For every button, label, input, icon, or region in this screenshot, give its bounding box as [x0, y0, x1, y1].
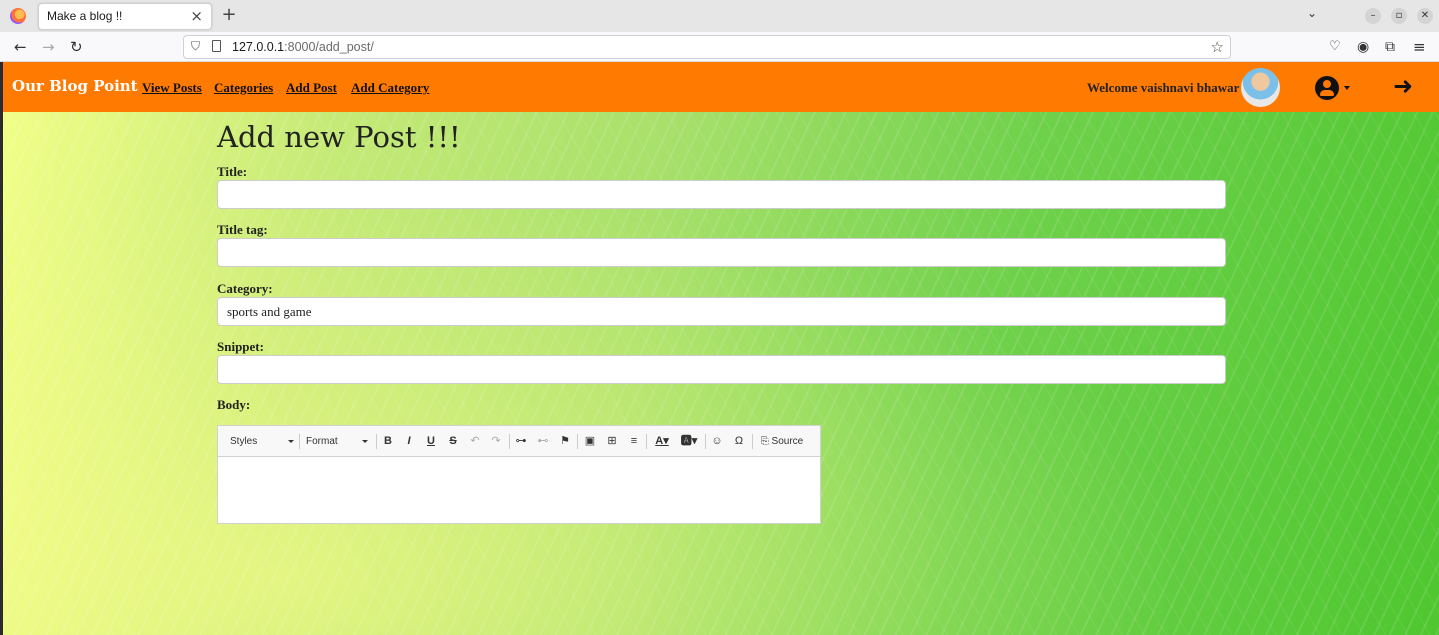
extensions-icon[interactable]: ⧉ [1385, 38, 1395, 56]
page-title: Add new Post !!! [217, 120, 461, 154]
format-dropdown[interactable]: Format [306, 433, 370, 450]
forward-icon[interactable]: → [42, 38, 55, 56]
title-input[interactable] [217, 180, 1226, 209]
firefox-icon [10, 8, 26, 24]
avatar[interactable] [1241, 68, 1280, 107]
undo-icon[interactable]: ↶ [468, 433, 482, 450]
bookmark-star-icon[interactable]: ☆ [1211, 38, 1224, 56]
bold-button[interactable]: B [381, 433, 395, 450]
styles-dropdown[interactable]: Styles [230, 433, 296, 450]
caret-down-icon[interactable] [1344, 86, 1350, 90]
source-button[interactable]: ⎘ Source [758, 433, 806, 450]
smiley-icon[interactable]: ☺ [710, 433, 724, 450]
toolbar-divider [646, 434, 647, 449]
pocket-icon[interactable]: ♡ [1329, 38, 1341, 56]
user-dropdown-icon[interactable] [1315, 76, 1339, 100]
anchor-flag-icon[interactable]: ⚑ [558, 433, 572, 450]
toolbar-divider [577, 434, 578, 449]
toolbar-divider [705, 434, 706, 449]
list-tabs-chevron-icon[interactable]: ⌄ [1307, 6, 1317, 20]
menu-icon[interactable]: ≡ [1413, 38, 1426, 56]
toolbar-divider [299, 434, 300, 449]
horizontal-line-icon[interactable]: ≡ [627, 433, 641, 450]
back-icon[interactable]: ← [14, 38, 27, 56]
styles-dropdown-label: Styles [230, 436, 258, 447]
chevron-down-icon [362, 440, 368, 443]
page-body: Our Blog Point View Posts Categories Add… [3, 62, 1439, 635]
page-icon [212, 40, 221, 52]
editor-content-area[interactable] [218, 457, 820, 523]
underline-button[interactable]: U [424, 433, 438, 450]
brand-link[interactable]: Our Blog Point [12, 77, 138, 95]
editor-toolbar: Styles Format B I U S ↶ ↷ ⊶ ⊷ ⚑ ▣ ⊞ ≡ A▾… [218, 426, 820, 457]
snippet-input[interactable] [217, 355, 1226, 384]
category-select[interactable]: sports and game [217, 297, 1226, 326]
shield-icon[interactable]: ⛉ [191, 39, 200, 54]
browser-tabbar: Make a blog !! × + ⌄ – ▫ ✕ [0, 0, 1439, 32]
source-button-label: Source [771, 436, 804, 447]
nav-categories[interactable]: Categories [214, 80, 273, 96]
nav-add-category[interactable]: Add Category [351, 80, 429, 96]
toolbar-divider [376, 434, 377, 449]
source-icon: ⎘ [760, 436, 769, 447]
new-tab-button[interactable]: + [220, 5, 238, 25]
close-tab-icon[interactable]: × [190, 7, 203, 25]
browser-tab[interactable]: Make a blog !! × [38, 3, 212, 30]
special-char-omega-icon[interactable]: Ω [732, 433, 746, 450]
logout-icon[interactable]: ➜ [1393, 74, 1413, 98]
tab-title: Make a blog !! [47, 9, 123, 23]
minimize-icon[interactable]: – [1365, 8, 1381, 24]
background-color-icon[interactable]: 🅰▾ [678, 433, 700, 450]
nav-view-posts[interactable]: View Posts [142, 80, 202, 96]
italic-button[interactable]: I [402, 433, 416, 450]
title-tag-input[interactable] [217, 238, 1226, 267]
welcome-text: Welcome vaishnavi bhawar [1087, 80, 1240, 95]
unlink-icon[interactable]: ⊷ [536, 433, 550, 450]
toolbar-divider [752, 434, 753, 449]
url-text[interactable]: 127.0.0.1:8000/add_post/ [232, 40, 374, 54]
text-color-icon[interactable]: A▾ [652, 433, 672, 450]
format-dropdown-label: Format [306, 436, 338, 447]
category-label: Category: [217, 281, 273, 296]
link-icon[interactable]: ⊶ [514, 433, 528, 450]
title-label: Title: [217, 164, 248, 179]
url-bar[interactable]: ⛉ 127.0.0.1:8000/add_post/ ☆ [183, 35, 1231, 59]
snippet-label: Snippet: [217, 339, 264, 354]
nav-add-post[interactable]: Add Post [286, 80, 337, 96]
strike-button[interactable]: S [446, 433, 460, 450]
rich-text-editor: Styles Format B I U S ↶ ↷ ⊶ ⊷ ⚑ ▣ ⊞ ≡ A▾… [217, 425, 821, 524]
table-icon[interactable]: ⊞ [605, 433, 619, 450]
image-icon[interactable]: ▣ [583, 433, 597, 450]
site-navbar: Our Blog Point View Posts Categories Add… [3, 62, 1439, 112]
close-window-icon[interactable]: ✕ [1417, 8, 1433, 24]
toolbar-divider [509, 434, 510, 449]
account-icon[interactable]: ◉ [1357, 38, 1369, 56]
redo-icon[interactable]: ↷ [489, 433, 503, 450]
reload-icon[interactable]: ↻ [70, 38, 83, 56]
body-label: Body: [217, 397, 251, 412]
title-tag-label: Title tag: [217, 222, 268, 237]
browser-navbar: ← → ↻ ⛉ 127.0.0.1:8000/add_post/ ☆ ♡ ◉ ⧉… [0, 32, 1439, 62]
restore-icon[interactable]: ▫ [1391, 8, 1407, 24]
chevron-down-icon [288, 440, 294, 443]
